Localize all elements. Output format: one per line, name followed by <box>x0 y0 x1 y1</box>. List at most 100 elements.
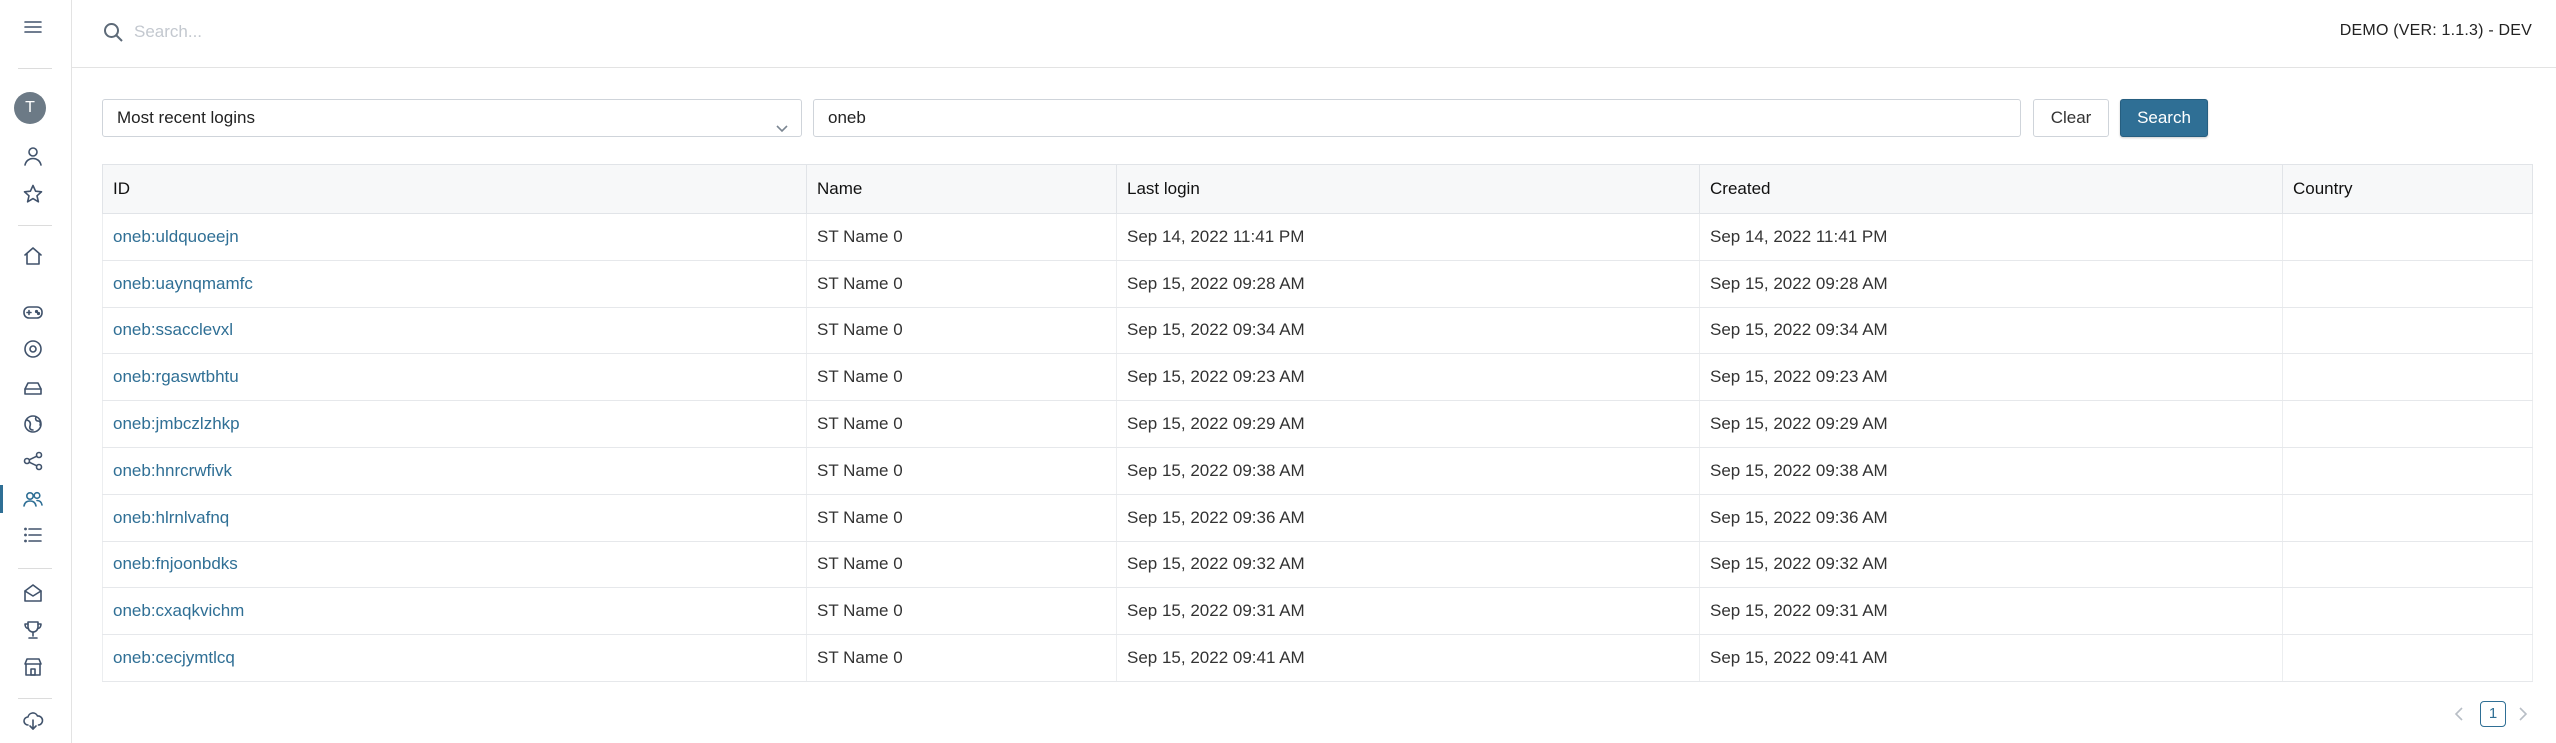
table-row: oneb:jmbczlzhkp ST Name 0 Sep 15, 2022 0… <box>102 400 2533 448</box>
column-header-country[interactable]: Country <box>2282 164 2533 214</box>
created-date: Sep 14, 2022 11:41 PM <box>1699 213 2283 261</box>
created-date: Sep 15, 2022 09:38 AM <box>1699 447 2283 495</box>
table-row: oneb:rgaswtbhtu ST Name 0 Sep 15, 2022 0… <box>102 353 2533 402</box>
active-indicator <box>0 485 3 513</box>
search-icon <box>102 21 124 43</box>
created-date: Sep 15, 2022 09:34 AM <box>1699 307 2283 355</box>
storage-icon[interactable] <box>22 376 44 398</box>
query-input[interactable] <box>813 99 2021 137</box>
filter-bar: Most recent logins Clear Search <box>102 99 2532 137</box>
star-icon[interactable] <box>22 183 44 205</box>
table-row: oneb:cxaqkvichm ST Name 0 Sep 15, 2022 0… <box>102 587 2533 636</box>
sidebar: T <box>0 0 72 743</box>
pagination: 1 <box>2452 701 2532 727</box>
users-table: ID Name Last login Created Country oneb:… <box>102 164 2533 682</box>
created-date: Sep 15, 2022 09:41 AM <box>1699 634 2283 682</box>
table-row: oneb:hnrcrwfivk ST Name 0 Sep 15, 2022 0… <box>102 447 2533 495</box>
global-search-input[interactable] <box>134 16 734 48</box>
menu-icon[interactable] <box>22 16 44 38</box>
country <box>2282 213 2533 261</box>
page-number-current[interactable]: 1 <box>2480 701 2506 727</box>
sidebar-divider <box>18 568 52 569</box>
settings-icon[interactable] <box>22 338 44 360</box>
created-date: Sep 15, 2022 09:31 AM <box>1699 587 2283 636</box>
user-id-link[interactable]: oneb:cecjymtlcq <box>113 648 235 667</box>
country <box>2282 353 2533 402</box>
sidebar-divider <box>18 698 52 699</box>
sidebar-divider <box>18 225 52 226</box>
user-id-link[interactable]: oneb:hnrcrwfivk <box>113 461 232 480</box>
created-date: Sep 15, 2022 09:32 AM <box>1699 541 2283 589</box>
user-name: ST Name 0 <box>806 260 1117 308</box>
user-name: ST Name 0 <box>806 307 1117 355</box>
user-icon[interactable] <box>22 145 44 167</box>
created-date: Sep 15, 2022 09:36 AM <box>1699 494 2283 542</box>
last-login: Sep 15, 2022 09:29 AM <box>1116 400 1700 448</box>
last-login: Sep 15, 2022 09:28 AM <box>1116 260 1700 308</box>
last-login: Sep 14, 2022 11:41 PM <box>1116 213 1700 261</box>
user-id-link[interactable]: oneb:fnjoonbdks <box>113 554 238 573</box>
list-icon[interactable] <box>22 524 44 546</box>
sort-select[interactable]: Most recent logins <box>102 99 802 137</box>
last-login: Sep 15, 2022 09:32 AM <box>1116 541 1700 589</box>
column-header-id[interactable]: ID <box>102 164 807 214</box>
created-date: Sep 15, 2022 09:23 AM <box>1699 353 2283 402</box>
last-login: Sep 15, 2022 09:23 AM <box>1116 353 1700 402</box>
sort-select-value: Most recent logins <box>117 108 255 127</box>
user-id-link[interactable]: oneb:cxaqkvichm <box>113 601 244 620</box>
column-header-last-login[interactable]: Last login <box>1116 164 1700 214</box>
table-row: oneb:hlrnlvafnq ST Name 0 Sep 15, 2022 0… <box>102 494 2533 542</box>
chevron-right-icon[interactable] <box>2516 705 2532 723</box>
user-id-link[interactable]: oneb:hlrnlvafnq <box>113 508 229 527</box>
top-header: DEMO (VER: 1.1.3) - DEV <box>72 0 2556 68</box>
chevron-left-icon[interactable] <box>2452 705 2468 723</box>
table-row: oneb:ssacclevxl ST Name 0 Sep 15, 2022 0… <box>102 307 2533 355</box>
created-date: Sep 15, 2022 09:28 AM <box>1699 260 2283 308</box>
country <box>2282 587 2533 636</box>
country <box>2282 307 2533 355</box>
table-row: oneb:fnjoonbdks ST Name 0 Sep 15, 2022 0… <box>102 541 2533 589</box>
cloud-download-icon[interactable] <box>22 710 44 732</box>
user-id-link[interactable]: oneb:uldquoeejn <box>113 227 239 246</box>
country <box>2282 494 2533 542</box>
country <box>2282 400 2533 448</box>
user-name: ST Name 0 <box>806 634 1117 682</box>
user-name: ST Name 0 <box>806 587 1117 636</box>
last-login: Sep 15, 2022 09:38 AM <box>1116 447 1700 495</box>
column-header-name[interactable]: Name <box>806 164 1117 214</box>
user-id-link[interactable]: oneb:uaynqmamfc <box>113 274 253 293</box>
user-name: ST Name 0 <box>806 353 1117 402</box>
last-login: Sep 15, 2022 09:31 AM <box>1116 587 1700 636</box>
user-id-link[interactable]: oneb:rgaswtbhtu <box>113 367 239 386</box>
user-name: ST Name 0 <box>806 400 1117 448</box>
user-id-link[interactable]: oneb:jmbczlzhkp <box>113 414 240 433</box>
last-login: Sep 15, 2022 09:36 AM <box>1116 494 1700 542</box>
created-date: Sep 15, 2022 09:29 AM <box>1699 400 2283 448</box>
column-header-created[interactable]: Created <box>1699 164 2283 214</box>
user-name: ST Name 0 <box>806 494 1117 542</box>
gamepad-icon[interactable] <box>22 301 44 323</box>
user-name: ST Name 0 <box>806 213 1117 261</box>
store-icon[interactable] <box>22 656 44 678</box>
users-icon[interactable] <box>22 488 44 510</box>
environment-label: DEMO (VER: 1.1.3) - DEV <box>2339 22 2532 39</box>
users-table-container: ID Name Last login Created Country oneb:… <box>102 164 2533 682</box>
sidebar-divider <box>18 68 52 69</box>
home-icon[interactable] <box>22 245 44 267</box>
user-id-link[interactable]: oneb:ssacclevxl <box>113 320 233 339</box>
table-row: oneb:uaynqmamfc ST Name 0 Sep 15, 2022 0… <box>102 260 2533 308</box>
table-header-row: ID Name Last login Created Country <box>102 164 2533 214</box>
share-icon[interactable] <box>22 450 44 472</box>
last-login: Sep 15, 2022 09:41 AM <box>1116 634 1700 682</box>
last-login: Sep 15, 2022 09:34 AM <box>1116 307 1700 355</box>
trophy-icon[interactable] <box>22 619 44 641</box>
avatar[interactable]: T <box>14 92 46 124</box>
clear-button[interactable]: Clear <box>2033 99 2109 137</box>
country <box>2282 447 2533 495</box>
country <box>2282 634 2533 682</box>
globe-icon[interactable] <box>22 413 44 435</box>
search-button[interactable]: Search <box>2120 99 2208 137</box>
country <box>2282 541 2533 589</box>
user-name: ST Name 0 <box>806 447 1117 495</box>
inbox-icon[interactable] <box>22 582 44 604</box>
